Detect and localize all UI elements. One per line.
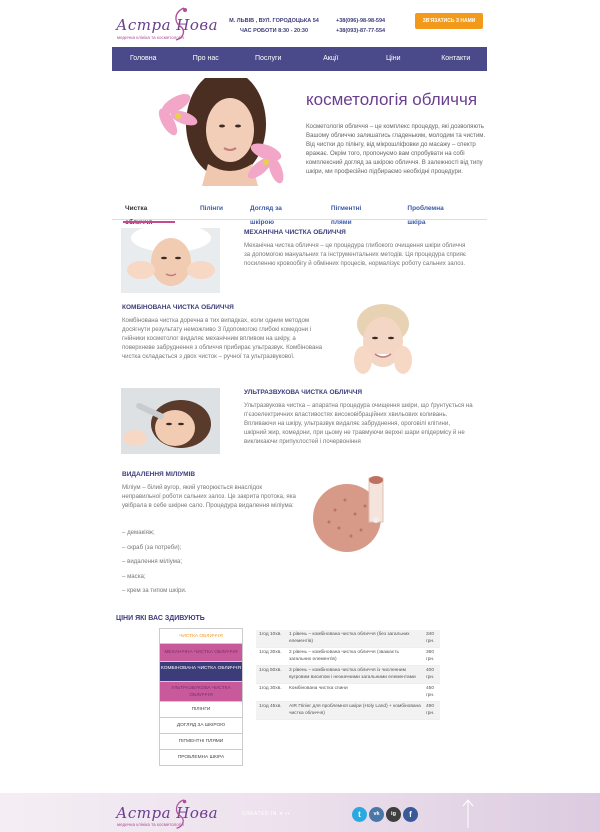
main-nav: Головна Про нас Послуги Акції Ціни Конта… [112, 47, 487, 71]
menu-item-mechanical[interactable]: МЕХАНІЧНА ЧИСТКА ОБЛИЧЧЯ [159, 644, 243, 662]
nav-item-home[interactable]: Головна [112, 47, 175, 71]
vk-icon[interactable]: vk [369, 807, 384, 822]
nav-item-prices[interactable]: Ціни [362, 47, 425, 71]
tab-face-cleaning[interactable]: Чистка обличчя [123, 202, 175, 226]
tab-problem-skin[interactable]: Проблемна шкіра [407, 202, 460, 226]
price-duration: 1год 50хв. [259, 668, 282, 673]
page-title: косметологія обличчя [306, 90, 478, 109]
price-duration: 1год 30хв. [259, 650, 282, 655]
footer [0, 793, 600, 832]
price-value: 400 грн. [426, 668, 435, 680]
mechanical-cleaning-image [121, 228, 220, 293]
list-item: – крем за типом шкіри. [122, 587, 187, 594]
footer-logo-title: Астра Нова [116, 804, 219, 822]
price-duration: 1год 45хв. [259, 704, 282, 709]
menu-item-problem-skin[interactable]: ПРОБЛЕМНА ШКІРА [159, 750, 243, 766]
instagram-icon[interactable]: ig [386, 807, 401, 822]
price-description: 1 рівень – комбінована чистка обличчя (б… [289, 632, 410, 644]
contact-us-button[interactable]: ЗВ'ЯЗАТИСЬ З НАМИ [415, 13, 483, 29]
footer-logo-swirl-icon [175, 799, 187, 829]
menu-item-pigment[interactable]: ПІГМЕНТНІ ПЛЯМИ [159, 734, 243, 750]
section-text-combined: Комбінована чистка доречна в тих випадка… [122, 317, 323, 360]
table-row: 1год 10хв. 1 рівень – комбінована чистка… [256, 630, 440, 648]
price-description: Комбінована чистка спини [289, 686, 348, 691]
scroll-up-icon[interactable] [462, 798, 474, 828]
section-title-ultrasonic: УЛЬТРАЗВУКОВА ЧИСТКА ОБЛИЧЧЯ [244, 389, 363, 396]
price-description: AIR Пілінг для проблемної шкіри (Holy La… [289, 704, 421, 716]
list-item: – видалення міліума; [122, 558, 183, 565]
hero-image [148, 78, 290, 186]
tab-peelings[interactable]: Пілінги [200, 202, 223, 219]
studio-logo-icon: ✕ ▪▪ [278, 811, 290, 817]
section-title-milia: ВИДАЛЕННЯ МІЛІУМІВ [122, 471, 196, 478]
tab-pigment-spots[interactable]: Пігментні плями [331, 202, 380, 226]
table-row: 1год 50хв. 3 рівень – комбінована чистка… [256, 666, 440, 684]
section-text-milia: Міліум – білий вугор, який утворюється в… [122, 484, 296, 509]
price-value: 340 грн. [426, 632, 435, 644]
list-item: – маска; [122, 572, 146, 580]
working-hours: ЧАС РОБОТИ 8:30 - 20:30 [239, 28, 309, 34]
phones-block: +38(096)-98-98-594 +38(093)-87-77-554 [336, 16, 385, 36]
price-duration: 1год 10хв. [259, 632, 282, 637]
nav-item-about[interactable]: Про нас [175, 47, 238, 71]
menu-item-face-cleaning[interactable]: ЧИСТКА ОБЛИЧЧЯ [159, 628, 243, 644]
price-value: 360 грн. [426, 650, 435, 662]
list-item: – демакіяж; [122, 529, 155, 536]
ultrasonic-cleaning-image [121, 388, 220, 454]
footer-logo[interactable]: Астра Нова медична клініка та косметолог… [112, 798, 218, 832]
social-links: t vk ig f [352, 807, 418, 822]
menu-item-combined[interactable]: КОМБІНОВАНА ЧИСТКА ОБЛИЧЧЯ [159, 662, 243, 682]
section-title-mechanical: МЕХАНІЧНА ЧИСТКА ОБЛИЧЧЯ [244, 229, 346, 236]
nav-item-contacts[interactable]: Контакти [425, 47, 488, 71]
logo[interactable]: Астра Нова медична клініка та косметолог… [112, 6, 218, 44]
address: М. ЛЬВІВ , ВУЛ. ГОРОДОЦЬКА 54 [229, 18, 319, 24]
list-item: – скраб (за потреби); [122, 543, 182, 551]
table-row: 1год 30хв. 2 рівень – комбінована чистка… [256, 648, 440, 666]
phone-1[interactable]: +38(096)-98-98-594 [336, 16, 385, 26]
menu-item-skin-care[interactable]: ДОГЛЯД ЗА ШКІРОЮ [159, 718, 243, 734]
twitter-icon[interactable]: t [352, 807, 367, 822]
prices-title: ЦІНИ ЯКІ ВАС ЗДИВУЮТЬ [116, 615, 205, 622]
section-text-ultrasonic: Ультразвукова чистка – апаратна процедур… [244, 402, 473, 445]
price-duration: 1год 30хв. [259, 686, 282, 691]
phone-2[interactable]: +38(093)-87-77-554 [336, 26, 385, 36]
price-table: 1год 10хв. 1 рівень – комбінована чистка… [256, 630, 440, 720]
price-value: 490 грн. [426, 704, 435, 716]
nav-item-promotions[interactable]: Акції [300, 47, 363, 71]
logo-swirl-icon [175, 7, 187, 41]
price-description: 3 рівень – комбінована чистка обличчя із… [289, 668, 416, 680]
milia-procedure-list: – демакіяж; – скраб (за потреби); – вида… [122, 526, 186, 599]
price-value: 450 грн. [426, 686, 435, 698]
address-block: М. ЛЬВІВ , ВУЛ. ГОРОДОЦЬКА 54 ЧАС РОБОТИ… [226, 16, 322, 36]
menu-item-peelings[interactable]: ПІЛІНГИ [159, 702, 243, 718]
table-row: 1год 30хв. Комбінована чистка спини 450 … [256, 684, 440, 702]
nav-item-services[interactable]: Послуги [237, 47, 300, 71]
menu-item-ultrasonic[interactable]: УЛЬТРАЗВУКОВА ЧИСТКА ОБЛИЧЧЯ [159, 682, 243, 702]
created-by-credit[interactable]: CREATED IN ✕ ▪▪ [242, 811, 290, 817]
credit-text: CREATED IN [242, 811, 277, 817]
table-row: 1год 45хв. AIR Пілінг для проблемної шкі… [256, 702, 440, 720]
section-text-mechanical: Механічна чистка обличчя – це процедура … [244, 242, 467, 267]
milia-removal-image [305, 470, 409, 556]
logo-title: Астра Нова [116, 16, 219, 34]
hero-description: Косметологія обличчя – це комплекс проце… [306, 123, 486, 175]
tab-skin-care[interactable]: Догляд за шкірою [250, 202, 304, 226]
combined-cleaning-image [337, 302, 419, 378]
section-title-combined: КОМБІНОВАНА ЧИСТКА ОБЛИЧЧЯ [122, 304, 234, 311]
service-tabs: Чистка обличчя Пілінги Догляд за шкірою … [112, 202, 487, 226]
prices-category-menu: ЧИСТКА ОБЛИЧЧЯ МЕХАНІЧНА ЧИСТКА ОБЛИЧЧЯ … [159, 628, 243, 766]
facebook-icon[interactable]: f [403, 807, 418, 822]
price-description: 2 рівень – комбінована чистка обличчя (з… [289, 650, 399, 662]
